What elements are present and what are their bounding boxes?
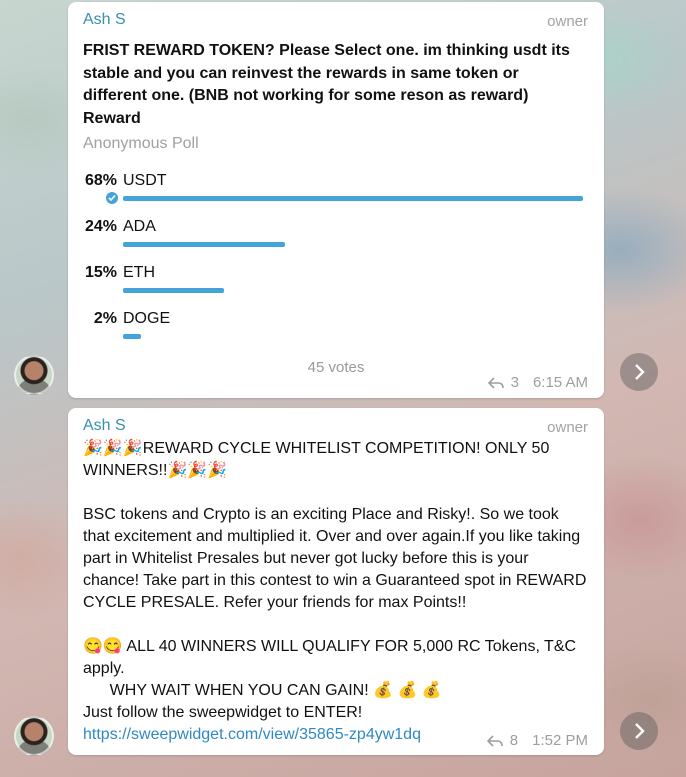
poll-message-bubble: Ash S owner FRIST REWARD TOKEN? Please S… xyxy=(68,2,604,398)
sweepwidget-link[interactable]: https://sweepwidget.com/view/35865-zp4yw… xyxy=(83,726,421,743)
message-meta: 3 6:15 AM xyxy=(487,374,588,391)
poll-option-label: DOGE xyxy=(123,310,171,327)
poll-option-doge[interactable]: 2% DOGE xyxy=(83,310,588,350)
reply-icon[interactable] xyxy=(487,376,505,390)
money-bag-emoji: 💰 💰 💰 xyxy=(373,682,442,699)
gain-text: WHY WAIT WHEN YOU CAN GAIN! xyxy=(83,682,374,699)
poll-option-bar xyxy=(123,288,224,293)
title-text: REWARD CYCLE WHITELIST COMPETITION! ONLY… xyxy=(83,440,554,479)
chevron-right-icon xyxy=(635,723,645,739)
avatar[interactable] xyxy=(14,355,54,395)
message-line-winners: 😋😋 ALL 40 WINNERS WILL QUALIFY FOR 5,000… xyxy=(83,636,588,680)
check-icon xyxy=(104,190,120,206)
author-role-badge: owner xyxy=(547,419,588,436)
avatar[interactable] xyxy=(14,716,54,756)
message-author[interactable]: Ash S xyxy=(83,11,126,29)
message-author[interactable]: Ash S xyxy=(83,417,126,435)
poll-option-eth[interactable]: 15% ETH xyxy=(83,264,588,304)
author-role-badge: owner xyxy=(547,13,588,30)
reply-count[interactable]: 8 xyxy=(510,732,518,749)
message-time: 6:15 AM xyxy=(532,374,588,391)
reply-count[interactable]: 3 xyxy=(511,374,519,391)
forward-button[interactable] xyxy=(620,353,658,391)
message-text: 🎉🎉🎉REWARD CYCLE WHITELIST COMPETITION! O… xyxy=(83,438,588,746)
message-paragraph: BSC tokens and Crypto is an exciting Pla… xyxy=(83,506,591,611)
party-popper-emoji: 🎉🎉🎉 xyxy=(167,462,228,479)
poll-option-label: ETH xyxy=(123,264,155,281)
reply-icon[interactable] xyxy=(486,734,504,748)
winners-text: ALL 40 WINNERS WILL QUALIFY FOR 5,000 RC… xyxy=(83,638,581,677)
yum-face-emoji: 😋😋 xyxy=(83,638,123,655)
poll-option-label: USDT xyxy=(123,172,167,189)
message-meta: 8 1:52 PM xyxy=(486,732,588,749)
poll-option-percent: 15% xyxy=(84,264,117,281)
party-popper-emoji: 🎉🎉🎉 xyxy=(83,440,143,457)
message-time: 1:52 PM xyxy=(532,732,588,749)
poll-option-label: ADA xyxy=(123,218,156,235)
poll-option-usdt[interactable]: 68% USDT xyxy=(83,172,588,212)
poll-option-bar xyxy=(123,242,285,247)
forward-button[interactable] xyxy=(620,712,658,750)
poll-option-percent: 2% xyxy=(93,310,117,327)
announcement-message-bubble: Ash S owner 🎉🎉🎉REWARD CYCLE WHITELIST CO… xyxy=(68,408,604,755)
poll-option-percent: 24% xyxy=(84,218,117,235)
poll-option-bar xyxy=(123,196,583,201)
chevron-right-icon xyxy=(635,364,645,380)
poll-question: FRIST REWARD TOKEN? Please Select one. i… xyxy=(83,42,570,127)
poll-option-percent: 68% xyxy=(84,172,117,189)
message-line-follow: Just follow the sweepwidget to ENTER! xyxy=(83,704,363,721)
message-line-gain: WHY WAIT WHEN YOU CAN GAIN! 💰 💰 💰 xyxy=(83,680,588,702)
message-line-title: 🎉🎉🎉REWARD CYCLE WHITELIST COMPETITION! O… xyxy=(83,438,588,482)
poll-type-label: Anonymous Poll xyxy=(83,135,199,152)
poll-option-bar xyxy=(123,334,141,339)
poll-option-ada[interactable]: 24% ADA xyxy=(83,218,588,258)
